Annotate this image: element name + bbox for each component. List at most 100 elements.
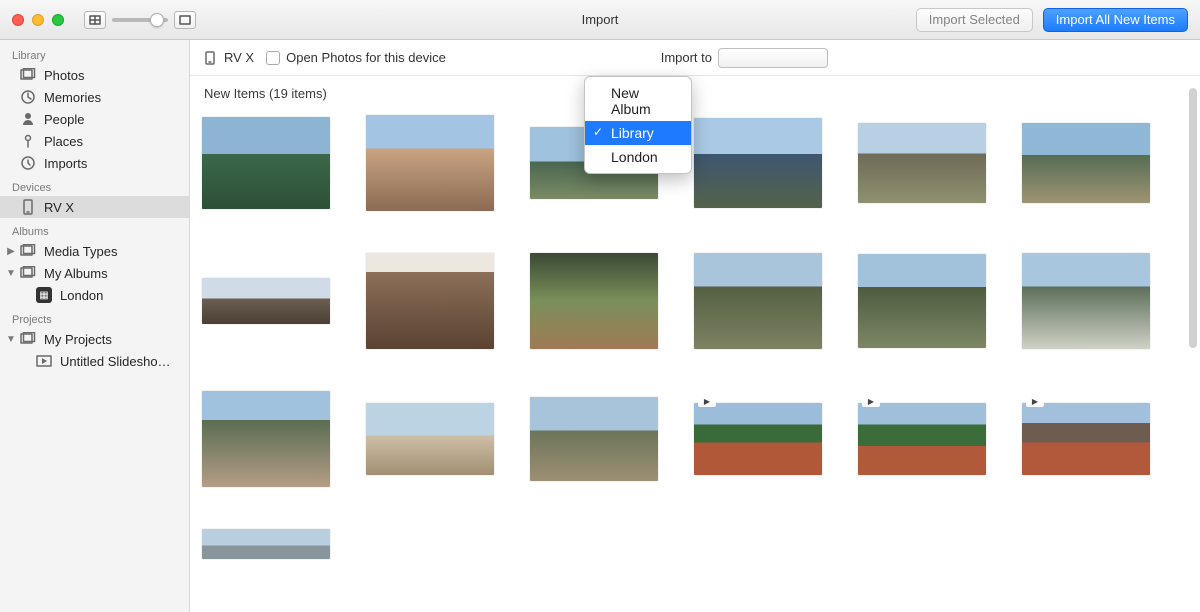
thumbnail[interactable]: [530, 253, 658, 349]
thumbnail[interactable]: [858, 115, 986, 211]
sidebar: Library Photos Memories People Places Im…: [0, 40, 190, 612]
titlebar-actions: Import Selected Import All New Items: [916, 8, 1200, 32]
import-to-label: Import to: [661, 50, 712, 65]
sidebar-item-photos[interactable]: Photos: [0, 64, 189, 86]
thumbnail-image: [530, 253, 658, 349]
sidebar-header-devices: Devices: [0, 180, 189, 196]
phone-icon: [20, 199, 36, 215]
sidebar-item-label: Photos: [44, 68, 84, 83]
sidebar-item-label: Places: [44, 134, 83, 149]
check-icon: ✓: [593, 125, 603, 139]
thumbnail[interactable]: [202, 391, 330, 487]
zoom-window[interactable]: [52, 14, 64, 26]
thumbnail[interactable]: [1022, 391, 1150, 487]
menu-item-library[interactable]: ✓ Library: [585, 121, 691, 145]
device-indicator: RV X: [202, 50, 254, 66]
sidebar-item-label: Imports: [44, 156, 87, 171]
thumbnail[interactable]: [202, 253, 330, 349]
sidebar-item-my-projects[interactable]: ▼ My Projects: [0, 328, 189, 350]
menu-item-label: London: [611, 149, 658, 165]
disclosure-triangle-icon[interactable]: ▼: [6, 268, 16, 279]
sidebar-item-label: London: [60, 288, 103, 303]
sidebar-item-my-albums[interactable]: ▼ My Albums: [0, 262, 189, 284]
thumbnail-image: [202, 278, 330, 324]
main-content: RV X Open Photos for this device Import …: [190, 40, 1200, 612]
places-icon: [20, 133, 36, 149]
thumbnail-image: [202, 391, 330, 487]
thumbnail-size-group: [84, 11, 196, 29]
thumbnail[interactable]: [694, 115, 822, 211]
sidebar-header-albums: Albums: [0, 224, 189, 240]
thumbnail-large-button[interactable]: [174, 11, 196, 29]
thumbnail-size-slider[interactable]: [112, 18, 168, 22]
minimize-window[interactable]: [32, 14, 44, 26]
people-icon: [20, 111, 36, 127]
thumbnail-image: [366, 253, 494, 349]
import-selected-button[interactable]: Import Selected: [916, 8, 1033, 32]
video-badge-icon: [1026, 395, 1044, 407]
close-window[interactable]: [12, 14, 24, 26]
thumbnail-image: [694, 253, 822, 349]
thumbnail-image: [366, 403, 494, 475]
thumbnail-grid: [190, 107, 1200, 612]
sidebar-item-people[interactable]: People: [0, 108, 189, 130]
slideshow-icon: [36, 353, 52, 369]
thumbnail-image: [694, 118, 822, 208]
sidebar-item-imports[interactable]: Imports: [0, 152, 189, 174]
import-all-button[interactable]: Import All New Items: [1043, 8, 1188, 32]
disclosure-triangle-icon[interactable]: ▶: [6, 246, 16, 257]
sidebar-item-memories[interactable]: Memories: [0, 86, 189, 108]
new-items-heading: New Items (19 items): [190, 76, 1200, 107]
sidebar-item-device-rvx[interactable]: RV X: [0, 196, 189, 218]
sidebar-item-media-types[interactable]: ▶ Media Types: [0, 240, 189, 262]
video-badge-icon: [862, 395, 880, 407]
sidebar-header-projects: Projects: [0, 312, 189, 328]
video-badge-icon: [698, 395, 716, 407]
thumbnail[interactable]: [1022, 253, 1150, 349]
thumbnail[interactable]: [530, 391, 658, 487]
thumbnail-row: [202, 253, 1188, 349]
menu-item-label: New Album: [611, 85, 651, 117]
thumbnail-image: [858, 254, 986, 348]
thumbnail[interactable]: [202, 115, 330, 211]
menu-item-new-album[interactable]: New Album: [585, 81, 691, 121]
sidebar-item-album-london[interactable]: ▦ London: [0, 284, 189, 306]
phone-icon: [202, 50, 218, 66]
app-body: Library Photos Memories People Places Im…: [0, 40, 1200, 612]
album-stack-icon: [20, 331, 36, 347]
thumbnail-small-button[interactable]: [84, 11, 106, 29]
import-to-dropdown[interactable]: [718, 48, 828, 68]
thumbnail[interactable]: [694, 391, 822, 487]
thumbnail[interactable]: [202, 529, 330, 559]
thumbnail-image: [202, 529, 330, 559]
thumbnail-image: [1022, 403, 1150, 475]
thumbnail[interactable]: [366, 391, 494, 487]
thumbnail[interactable]: [366, 253, 494, 349]
sidebar-item-places[interactable]: Places: [0, 130, 189, 152]
thumbnail[interactable]: [694, 253, 822, 349]
vertical-scrollbar[interactable]: [1189, 88, 1197, 348]
memories-icon: [20, 89, 36, 105]
open-photos-checkbox[interactable]: [266, 51, 280, 65]
thumbnail-size-knob[interactable]: [150, 13, 164, 27]
titlebar: Import Import Selected Import All New It…: [0, 0, 1200, 40]
sidebar-item-label: Memories: [44, 90, 101, 105]
thumbnail-image: [1022, 253, 1150, 349]
open-photos-label: Open Photos for this device: [286, 50, 446, 65]
thumbnail-image: [202, 117, 330, 209]
menu-item-label: Library: [611, 125, 654, 141]
import-to-menu: New Album ✓ Library London: [584, 76, 692, 174]
thumbnail[interactable]: [858, 253, 986, 349]
thumbnail[interactable]: [366, 115, 494, 211]
thumbnail[interactable]: [1022, 115, 1150, 211]
disclosure-triangle-icon[interactable]: ▼: [6, 334, 16, 345]
sidebar-item-project-slideshow[interactable]: Untitled Slidesho…: [0, 350, 189, 372]
sidebar-item-label: My Projects: [44, 332, 112, 347]
sidebar-item-label: Media Types: [44, 244, 117, 259]
sidebar-item-label: People: [44, 112, 84, 127]
thumbnail-row: [202, 529, 1188, 559]
sidebar-item-label: My Albums: [44, 266, 108, 281]
menu-item-london[interactable]: London: [585, 145, 691, 169]
thumbnail[interactable]: [858, 391, 986, 487]
thumbnail-row: [202, 115, 1188, 211]
